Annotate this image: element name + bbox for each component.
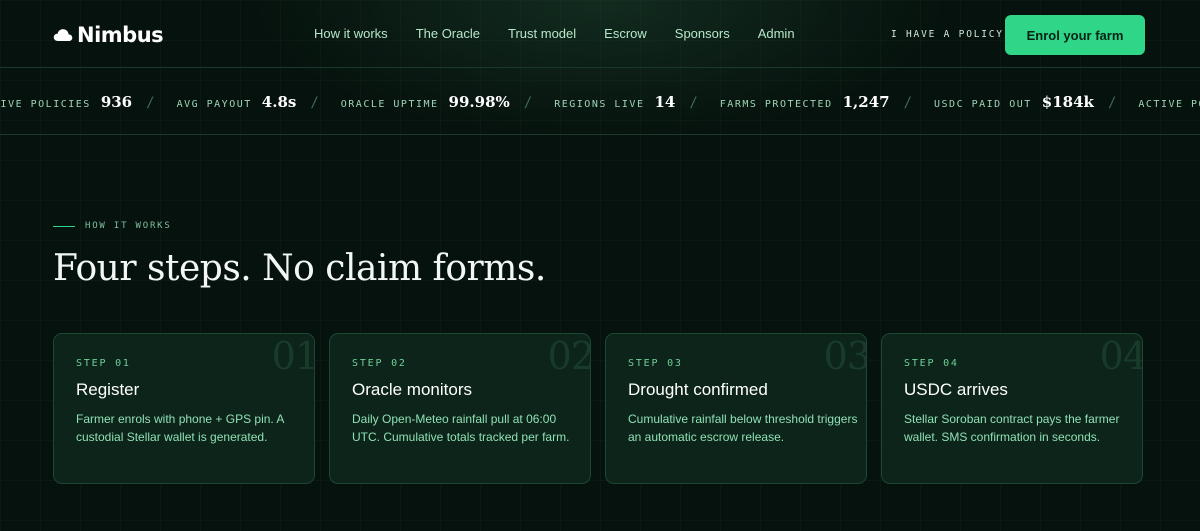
ticker-stat: AVG PAYOUT 4.8s /: [177, 93, 319, 111]
stat-label: ACTIVE POLICIES: [0, 99, 91, 110]
stat-value: 99.98%: [448, 93, 510, 111]
step-label: STEP 03: [628, 358, 683, 369]
ticker-stat: ACTIVE POLICIES 936 /: [0, 93, 155, 111]
step-watermark-number: 04: [1099, 334, 1143, 378]
step-card-drought-confirmed: 03 STEP 03 Drought confirmed Cumulative …: [605, 333, 867, 484]
stat-value: 936: [100, 93, 133, 111]
ticker-stat: USDC PAID OUT $184k /: [934, 93, 1116, 111]
page: Nimbus How it works The Oracle Trust mod…: [0, 0, 1200, 531]
enrol-farm-button[interactable]: Enrol your farm: [1005, 15, 1145, 55]
eyebrow-line: [53, 225, 75, 227]
step-description: Farmer enrols with phone + GPS pin. A cu…: [76, 412, 284, 444]
stat-value: 4.8s: [261, 93, 297, 111]
stat-separator: /: [523, 95, 533, 111]
step-card-register: 01 STEP 01 Register Farmer enrols with p…: [53, 333, 315, 484]
brand-name: Nimbus: [77, 23, 164, 47]
cloud-icon: [53, 29, 73, 41]
step-watermark-number: 03: [823, 334, 867, 378]
stat-value: 14: [654, 93, 676, 111]
step-description: Cumulative rainfall below threshold trig…: [628, 412, 858, 444]
step-title: Oracle monitors: [352, 380, 472, 399]
stat-separator: /: [1107, 95, 1117, 111]
step-label: STEP 04: [904, 358, 959, 369]
stat-value: 1,247: [842, 93, 890, 111]
step-label: STEP 02: [352, 358, 407, 369]
step-description: Stellar Soroban contract pays the farmer…: [904, 412, 1120, 444]
nav-link-how-it-works[interactable]: How it works: [314, 26, 388, 41]
section-eyebrow: HOW IT WORKS: [53, 221, 172, 231]
ticker-stat: ORACLE UPTIME 99.98% /: [341, 93, 532, 111]
stat-separator: /: [146, 95, 155, 111]
ticker-stat: FARMS PROTECTED 1,247 /: [720, 93, 912, 111]
stat-label: ACTIVE POLICIES: [1138, 99, 1200, 110]
stat-separator: /: [310, 95, 319, 111]
have-policy-link[interactable]: I HAVE A POLICY: [891, 29, 1004, 40]
step-title: USDC arrives: [904, 380, 1008, 399]
stat-label: REGIONS LIVE: [554, 99, 645, 110]
stat-separator: /: [689, 95, 698, 111]
nav-link-escrow[interactable]: Escrow: [604, 26, 647, 41]
ticker-track: ACTIVE POLICIES 936 / AVG PAYOUT 4.8s / …: [0, 69, 1200, 134]
steps-grid: 01 STEP 01 Register Farmer enrols with p…: [53, 333, 1143, 484]
eyebrow-text: HOW IT WORKS: [85, 221, 172, 231]
stat-label: AVG PAYOUT: [176, 99, 252, 110]
step-card-oracle-monitors: 02 STEP 02 Oracle monitors Daily Open-Me…: [329, 333, 591, 484]
brand-logo[interactable]: Nimbus: [53, 22, 164, 48]
stat-separator: /: [903, 95, 913, 111]
stats-ticker: ACTIVE POLICIES 936 / AVG PAYOUT 4.8s / …: [0, 69, 1200, 135]
stat-label: USDC PAID OUT: [934, 99, 1032, 110]
nav-link-sponsors[interactable]: Sponsors: [675, 26, 730, 41]
step-title: Register: [76, 380, 140, 399]
nav-link-admin[interactable]: Admin: [758, 26, 795, 41]
stat-label: ORACLE UPTIME: [340, 99, 439, 110]
stat-label: FARMS PROTECTED: [719, 99, 833, 110]
ticker-stat: REGIONS LIVE 14 /: [554, 93, 698, 111]
section-heading: Four steps. No claim forms.: [53, 248, 546, 289]
step-card-usdc-arrives: 04 STEP 04 USDC arrives Stellar Soroban …: [881, 333, 1143, 484]
stat-value: $184k: [1041, 93, 1094, 111]
step-label: STEP 01: [76, 358, 131, 369]
step-title: Drought confirmed: [628, 380, 768, 399]
step-watermark-number: 02: [547, 334, 591, 378]
site-header: Nimbus How it works The Oracle Trust mod…: [0, 0, 1200, 68]
step-watermark-number: 01: [271, 334, 315, 378]
main-nav: How it works The Oracle Trust model Escr…: [314, 26, 823, 41]
nav-link-trust-model[interactable]: Trust model: [508, 26, 576, 41]
step-description: Daily Open-Meteo rainfall pull at 06:00 …: [352, 412, 570, 444]
ticker-stat: ACTIVE POLICIES 936: [1138, 93, 1200, 111]
nav-link-the-oracle[interactable]: The Oracle: [416, 26, 480, 41]
